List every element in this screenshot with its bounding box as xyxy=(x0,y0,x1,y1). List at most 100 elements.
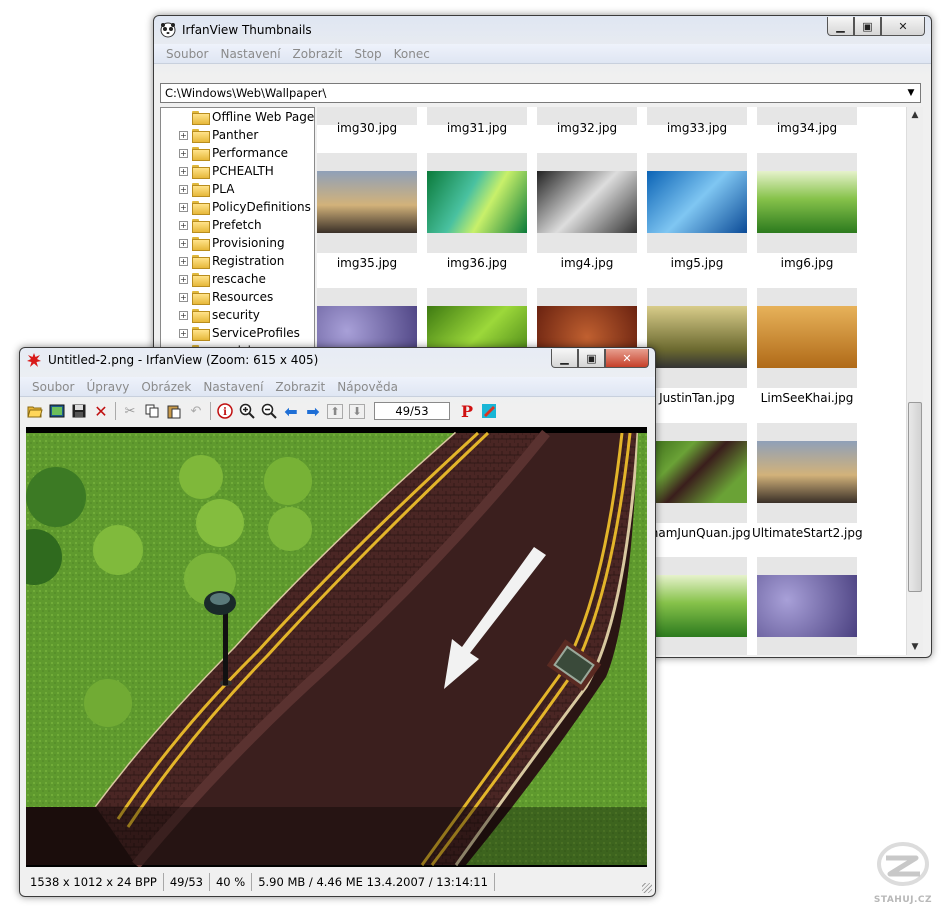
path-combobox[interactable]: C:\Windows\Web\Wallpaper\ ▼ xyxy=(160,83,921,103)
tree-item[interactable]: + Resources xyxy=(179,288,273,306)
tree-item-label: PLA xyxy=(212,182,235,196)
menu-zobrazit[interactable]: Zobrazit xyxy=(293,47,343,61)
image-counter[interactable]: 49/53 xyxy=(374,402,450,420)
first-image-button[interactable]: ⬆ xyxy=(324,401,346,421)
paint-button[interactable] xyxy=(478,401,500,421)
tree-item[interactable]: + Provisioning xyxy=(179,234,285,252)
menu-soubor[interactable]: Soubor xyxy=(32,380,74,394)
tree-item[interactable]: + PolicyDefinitions xyxy=(179,198,311,216)
zoom-in-button[interactable] xyxy=(236,401,258,421)
menu-nastaveni[interactable]: Nastavení xyxy=(220,47,280,61)
copy-button[interactable] xyxy=(141,401,163,421)
delete-button[interactable]: ✕ xyxy=(90,401,112,421)
folder-icon xyxy=(192,165,210,179)
minimize-button[interactable]: ▁ xyxy=(551,349,578,368)
tree-item[interactable]: Offline Web Page xyxy=(179,108,314,126)
tree-item[interactable]: + PCHEALTH xyxy=(179,162,274,180)
thumbnails-titlebar[interactable]: IrfanView Thumbnails ▁ ▣ ✕ xyxy=(154,16,931,44)
scrollbar-thumb[interactable] xyxy=(908,402,922,592)
resize-grip[interactable] xyxy=(642,883,652,893)
maximize-button[interactable]: ▣ xyxy=(578,349,605,368)
thumbnail-tile[interactable] xyxy=(532,153,642,253)
zoom-in-icon xyxy=(239,403,255,419)
maximize-button[interactable]: ▣ xyxy=(854,17,881,36)
menu-soubor[interactable]: Soubor xyxy=(166,47,208,61)
scroll-up-icon[interactable]: ▲ xyxy=(907,107,923,123)
tree-item[interactable]: + security xyxy=(179,306,260,324)
expand-plus-icon[interactable]: + xyxy=(179,130,188,140)
thumbnail-tile[interactable] xyxy=(752,288,862,388)
tree-item[interactable]: + rescache xyxy=(179,270,266,288)
menu-zobrazit[interactable]: Zobrazit xyxy=(275,380,325,394)
expand-plus-icon[interactable]: + xyxy=(179,310,188,320)
expand-plus-icon[interactable]: + xyxy=(179,220,188,230)
tree-item[interactable]: + Panther xyxy=(179,126,258,144)
close-button[interactable]: ✕ xyxy=(881,17,925,36)
menu-napoveda[interactable]: Nápověda xyxy=(337,380,398,394)
thumbnail-image xyxy=(427,171,527,233)
tree-item[interactable]: + PLA xyxy=(179,180,234,198)
thumbnail-label: UltimateStart2.jpg xyxy=(752,526,863,540)
menu-obrazek[interactable]: Obrázek xyxy=(141,380,191,394)
status-index: 49/53 xyxy=(164,873,210,891)
tree-item[interactable]: + Prefetch xyxy=(179,216,262,234)
open-button[interactable] xyxy=(24,401,46,421)
viewer-window[interactable]: Untitled-2.png - IrfanView (Zoom: 615 x … xyxy=(19,347,656,897)
expand-plus-icon[interactable]: + xyxy=(179,292,188,302)
tree-item-label: ServiceProfiles xyxy=(212,326,300,340)
paste-button[interactable] xyxy=(163,401,185,421)
thumbnail-tile[interactable] xyxy=(752,557,862,655)
thumbnail-tile[interactable] xyxy=(752,153,862,253)
status-size-date: 5.90 MB / 4.46 ME 13.4.2007 / 13:14:11 xyxy=(252,873,495,891)
open-folder-icon xyxy=(27,406,43,418)
thumbnail-label: JustinTan.jpg xyxy=(659,391,735,405)
expand-plus-icon[interactable]: + xyxy=(179,166,188,176)
thumbnail-tile[interactable] xyxy=(642,557,752,655)
thumbnail-tile[interactable] xyxy=(422,153,532,253)
tree-item[interactable]: + Performance xyxy=(179,144,288,162)
menu-upravy[interactable]: Úpravy xyxy=(86,380,129,394)
undo-button[interactable]: ↶ xyxy=(185,401,207,421)
thumbnail-frame xyxy=(757,288,857,388)
thumbnail-tile[interactable] xyxy=(752,423,862,523)
tree-item[interactable]: + Registration xyxy=(179,252,284,270)
tree-item[interactable]: + ServiceProfiles xyxy=(179,324,300,342)
slideshow-button[interactable] xyxy=(46,401,68,421)
thumbnail-tile[interactable] xyxy=(642,153,752,253)
print-button[interactable]: P xyxy=(456,401,478,421)
expand-plus-icon[interactable]: + xyxy=(179,184,188,194)
next-image-button[interactable]: ➡ xyxy=(302,401,324,421)
scroll-down-icon[interactable]: ▼ xyxy=(907,639,923,655)
tree-item-label: Prefetch xyxy=(212,218,262,232)
expand-plus-icon[interactable]: + xyxy=(179,202,188,212)
minimize-button[interactable]: ▁ xyxy=(827,17,854,36)
menu-nastaveni[interactable]: Nastavení xyxy=(203,380,263,394)
expand-plus-icon[interactable]: + xyxy=(179,238,188,248)
expand-plus-icon[interactable]: + xyxy=(179,148,188,158)
expand-plus-icon[interactable]: + xyxy=(179,256,188,266)
zoom-out-button[interactable] xyxy=(258,401,280,421)
chevron-down-icon[interactable]: ▼ xyxy=(904,85,918,101)
last-image-button[interactable]: ⬇ xyxy=(346,401,368,421)
viewer-titlebar[interactable]: Untitled-2.png - IrfanView (Zoom: 615 x … xyxy=(20,348,655,372)
thumbnail-tile[interactable] xyxy=(642,423,752,523)
thumbnail-image xyxy=(647,575,747,637)
expand-plus-icon[interactable]: + xyxy=(179,274,188,284)
window-title: Untitled-2.png - IrfanView (Zoom: 615 x … xyxy=(48,353,319,367)
info-button[interactable]: i xyxy=(214,401,236,421)
close-button[interactable]: ✕ xyxy=(605,349,649,368)
thumbnail-scrollbar[interactable]: ▲ ▼ xyxy=(906,107,923,655)
cut-button[interactable]: ✂ xyxy=(119,401,141,421)
thumbnail-tile[interactable] xyxy=(317,153,422,253)
expand-plus-icon[interactable]: + xyxy=(179,328,188,338)
maximize-icon: ▣ xyxy=(586,351,597,365)
previous-image-button[interactable]: ⬅ xyxy=(280,401,302,421)
thumbnail-image xyxy=(647,171,747,233)
toolbar-separator xyxy=(115,402,116,420)
thumbnail-tile[interactable] xyxy=(642,288,752,388)
image-canvas[interactable] xyxy=(26,427,647,867)
folder-icon xyxy=(192,291,210,305)
menu-stop[interactable]: Stop xyxy=(354,47,381,61)
menu-konec[interactable]: Konec xyxy=(394,47,430,61)
save-button[interactable] xyxy=(68,401,90,421)
